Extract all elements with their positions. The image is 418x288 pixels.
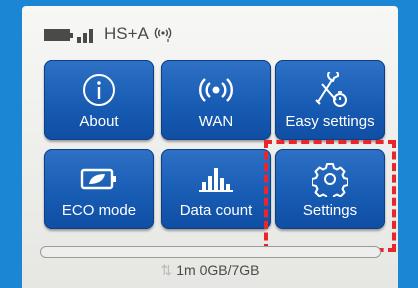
usage-duration: 1m	[176, 262, 196, 278]
info-icon	[83, 74, 115, 106]
about-label: About	[79, 113, 119, 130]
eco-mode-button[interactable]: ECO mode	[44, 149, 154, 229]
data-usage-bar	[40, 246, 381, 258]
signal-bars-icon	[77, 27, 97, 43]
settings-highlight-box	[264, 140, 396, 252]
easy-settings-button[interactable]: Easy settings	[275, 60, 385, 140]
bar-chart-icon	[199, 168, 233, 192]
battery-icon	[44, 29, 73, 41]
data-count-button[interactable]: Data count	[161, 149, 271, 229]
data-count-label: Data count	[179, 202, 253, 219]
wan-label: WAN	[198, 113, 234, 130]
status-bar: HS+A	[22, 6, 398, 52]
network-type: HS+A	[104, 24, 149, 43]
eco-battery-leaf-icon	[80, 168, 116, 190]
up-down-arrows-icon: ⇅	[160, 262, 173, 278]
wan-button[interactable]: WAN	[161, 60, 271, 140]
eco-mode-label: ECO mode	[61, 202, 137, 219]
usage-amount: 0GB/7GB	[199, 262, 260, 278]
device-screen: HS+A About WAN Easy settings ECO mode Da…	[22, 6, 398, 288]
data-usage-readout: ⇅ 1m 0GB/7GB	[22, 262, 398, 279]
easy-settings-label: Easy settings	[285, 113, 375, 130]
wireless-signal-icon	[199, 78, 233, 102]
wifi-broadcast-icon	[154, 27, 172, 42]
about-button[interactable]: About	[44, 60, 154, 140]
tools-timer-icon	[315, 72, 347, 107]
